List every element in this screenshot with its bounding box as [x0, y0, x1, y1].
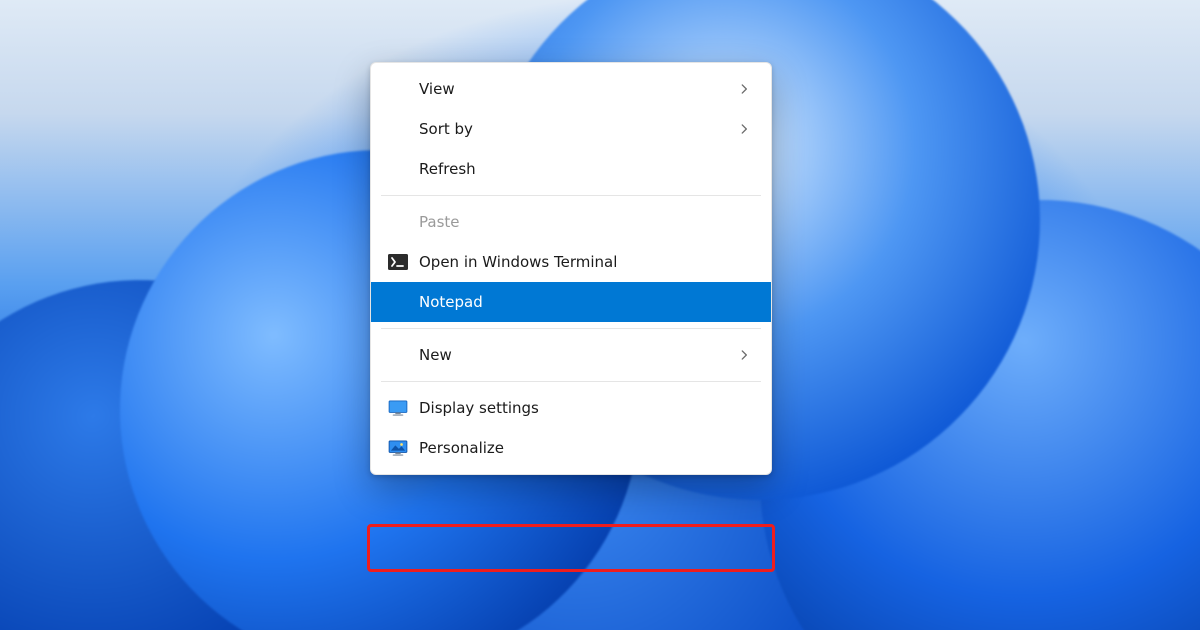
personalize-icon: [385, 438, 411, 458]
desktop-context-menu: View Sort by Refresh Paste: [370, 62, 772, 475]
menu-item-personalize[interactable]: Personalize: [375, 428, 767, 468]
menu-item-open-terminal[interactable]: Open in Windows Terminal: [375, 242, 767, 282]
menu-item-refresh[interactable]: Refresh: [375, 149, 767, 189]
menu-item-label: New: [419, 346, 737, 364]
icon-empty: [385, 79, 411, 99]
menu-item-label: Paste: [419, 213, 751, 231]
menu-separator: [381, 195, 761, 196]
terminal-icon: [385, 252, 411, 272]
menu-item-label: Display settings: [419, 399, 751, 417]
menu-item-label: Refresh: [419, 160, 751, 178]
icon-empty: [385, 292, 411, 312]
menu-item-display-settings[interactable]: Display settings: [375, 388, 767, 428]
chevron-right-icon: [737, 122, 751, 136]
chevron-right-icon: [737, 82, 751, 96]
menu-item-label: Open in Windows Terminal: [419, 253, 751, 271]
chevron-right-icon: [737, 348, 751, 362]
menu-item-label: Sort by: [419, 120, 737, 138]
desktop-wallpaper[interactable]: View Sort by Refresh Paste: [0, 0, 1200, 630]
icon-empty: [385, 345, 411, 365]
menu-item-label: Notepad: [419, 293, 751, 311]
menu-item-sort-by[interactable]: Sort by: [375, 109, 767, 149]
menu-item-new[interactable]: New: [375, 335, 767, 375]
icon-empty: [385, 119, 411, 139]
menu-item-notepad[interactable]: Notepad: [371, 282, 771, 322]
menu-item-paste: Paste: [375, 202, 767, 242]
icon-empty: [385, 159, 411, 179]
icon-empty: [385, 212, 411, 232]
menu-item-label: View: [419, 80, 737, 98]
menu-separator: [381, 328, 761, 329]
display-settings-icon: [385, 398, 411, 418]
menu-item-label: Personalize: [419, 439, 751, 457]
menu-item-view[interactable]: View: [375, 69, 767, 109]
menu-separator: [381, 381, 761, 382]
